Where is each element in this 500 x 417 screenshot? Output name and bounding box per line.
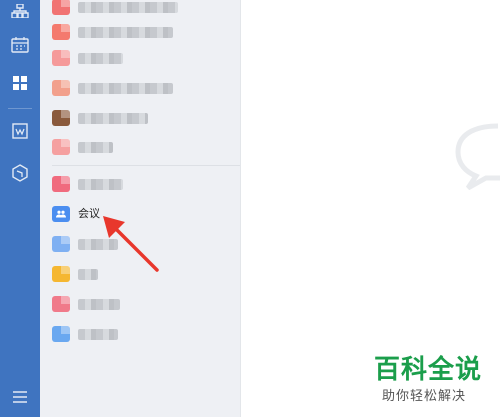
obscured-label [78,329,118,340]
obscured-label [78,179,123,190]
obscured-label [78,27,173,38]
app-rail [0,0,40,417]
app-icon [52,80,70,96]
app-icon [52,50,70,66]
org-chart-icon[interactable] [8,0,32,22]
box-icon[interactable] [8,162,32,184]
list-item[interactable] [40,45,240,71]
obscured-label [78,299,120,310]
list-divider [52,165,240,166]
list-item[interactable] [40,105,240,131]
obscured-label [78,113,148,124]
watermark-title: 百科全说 [374,355,483,385]
list-item[interactable] [40,75,240,101]
app-icon [52,110,70,126]
chat-bubble-icon [455,123,500,190]
pointer-arrow-icon [103,216,159,272]
app-icon [52,326,70,342]
list-item[interactable] [40,19,240,45]
obscured-label [78,2,178,13]
app-icon [52,176,70,192]
calendar-icon[interactable] [8,34,32,56]
obscured-label [78,83,173,94]
rail-divider [8,108,32,109]
app-icon [52,24,70,40]
obscured-label [78,142,113,153]
app-icon [52,266,70,282]
list-item[interactable] [40,321,240,347]
apps-grid-icon[interactable] [8,72,32,94]
app-icon [52,236,70,252]
list-item[interactable] [40,0,240,20]
watermark: 百科全说 助你轻松解决 [370,352,490,410]
list-item[interactable] [40,134,240,160]
list-item[interactable] [40,291,240,317]
app-icon [52,296,70,312]
app-icon [52,0,70,15]
watermark-subtitle: 助你轻松解决 [382,389,467,404]
obscured-label [78,53,123,64]
meeting-icon [52,206,70,222]
app-list: 会议 [40,0,241,417]
docs-icon[interactable] [8,120,32,142]
app-icon [52,139,70,155]
menu-icon[interactable] [8,386,32,408]
list-item[interactable] [40,171,240,197]
